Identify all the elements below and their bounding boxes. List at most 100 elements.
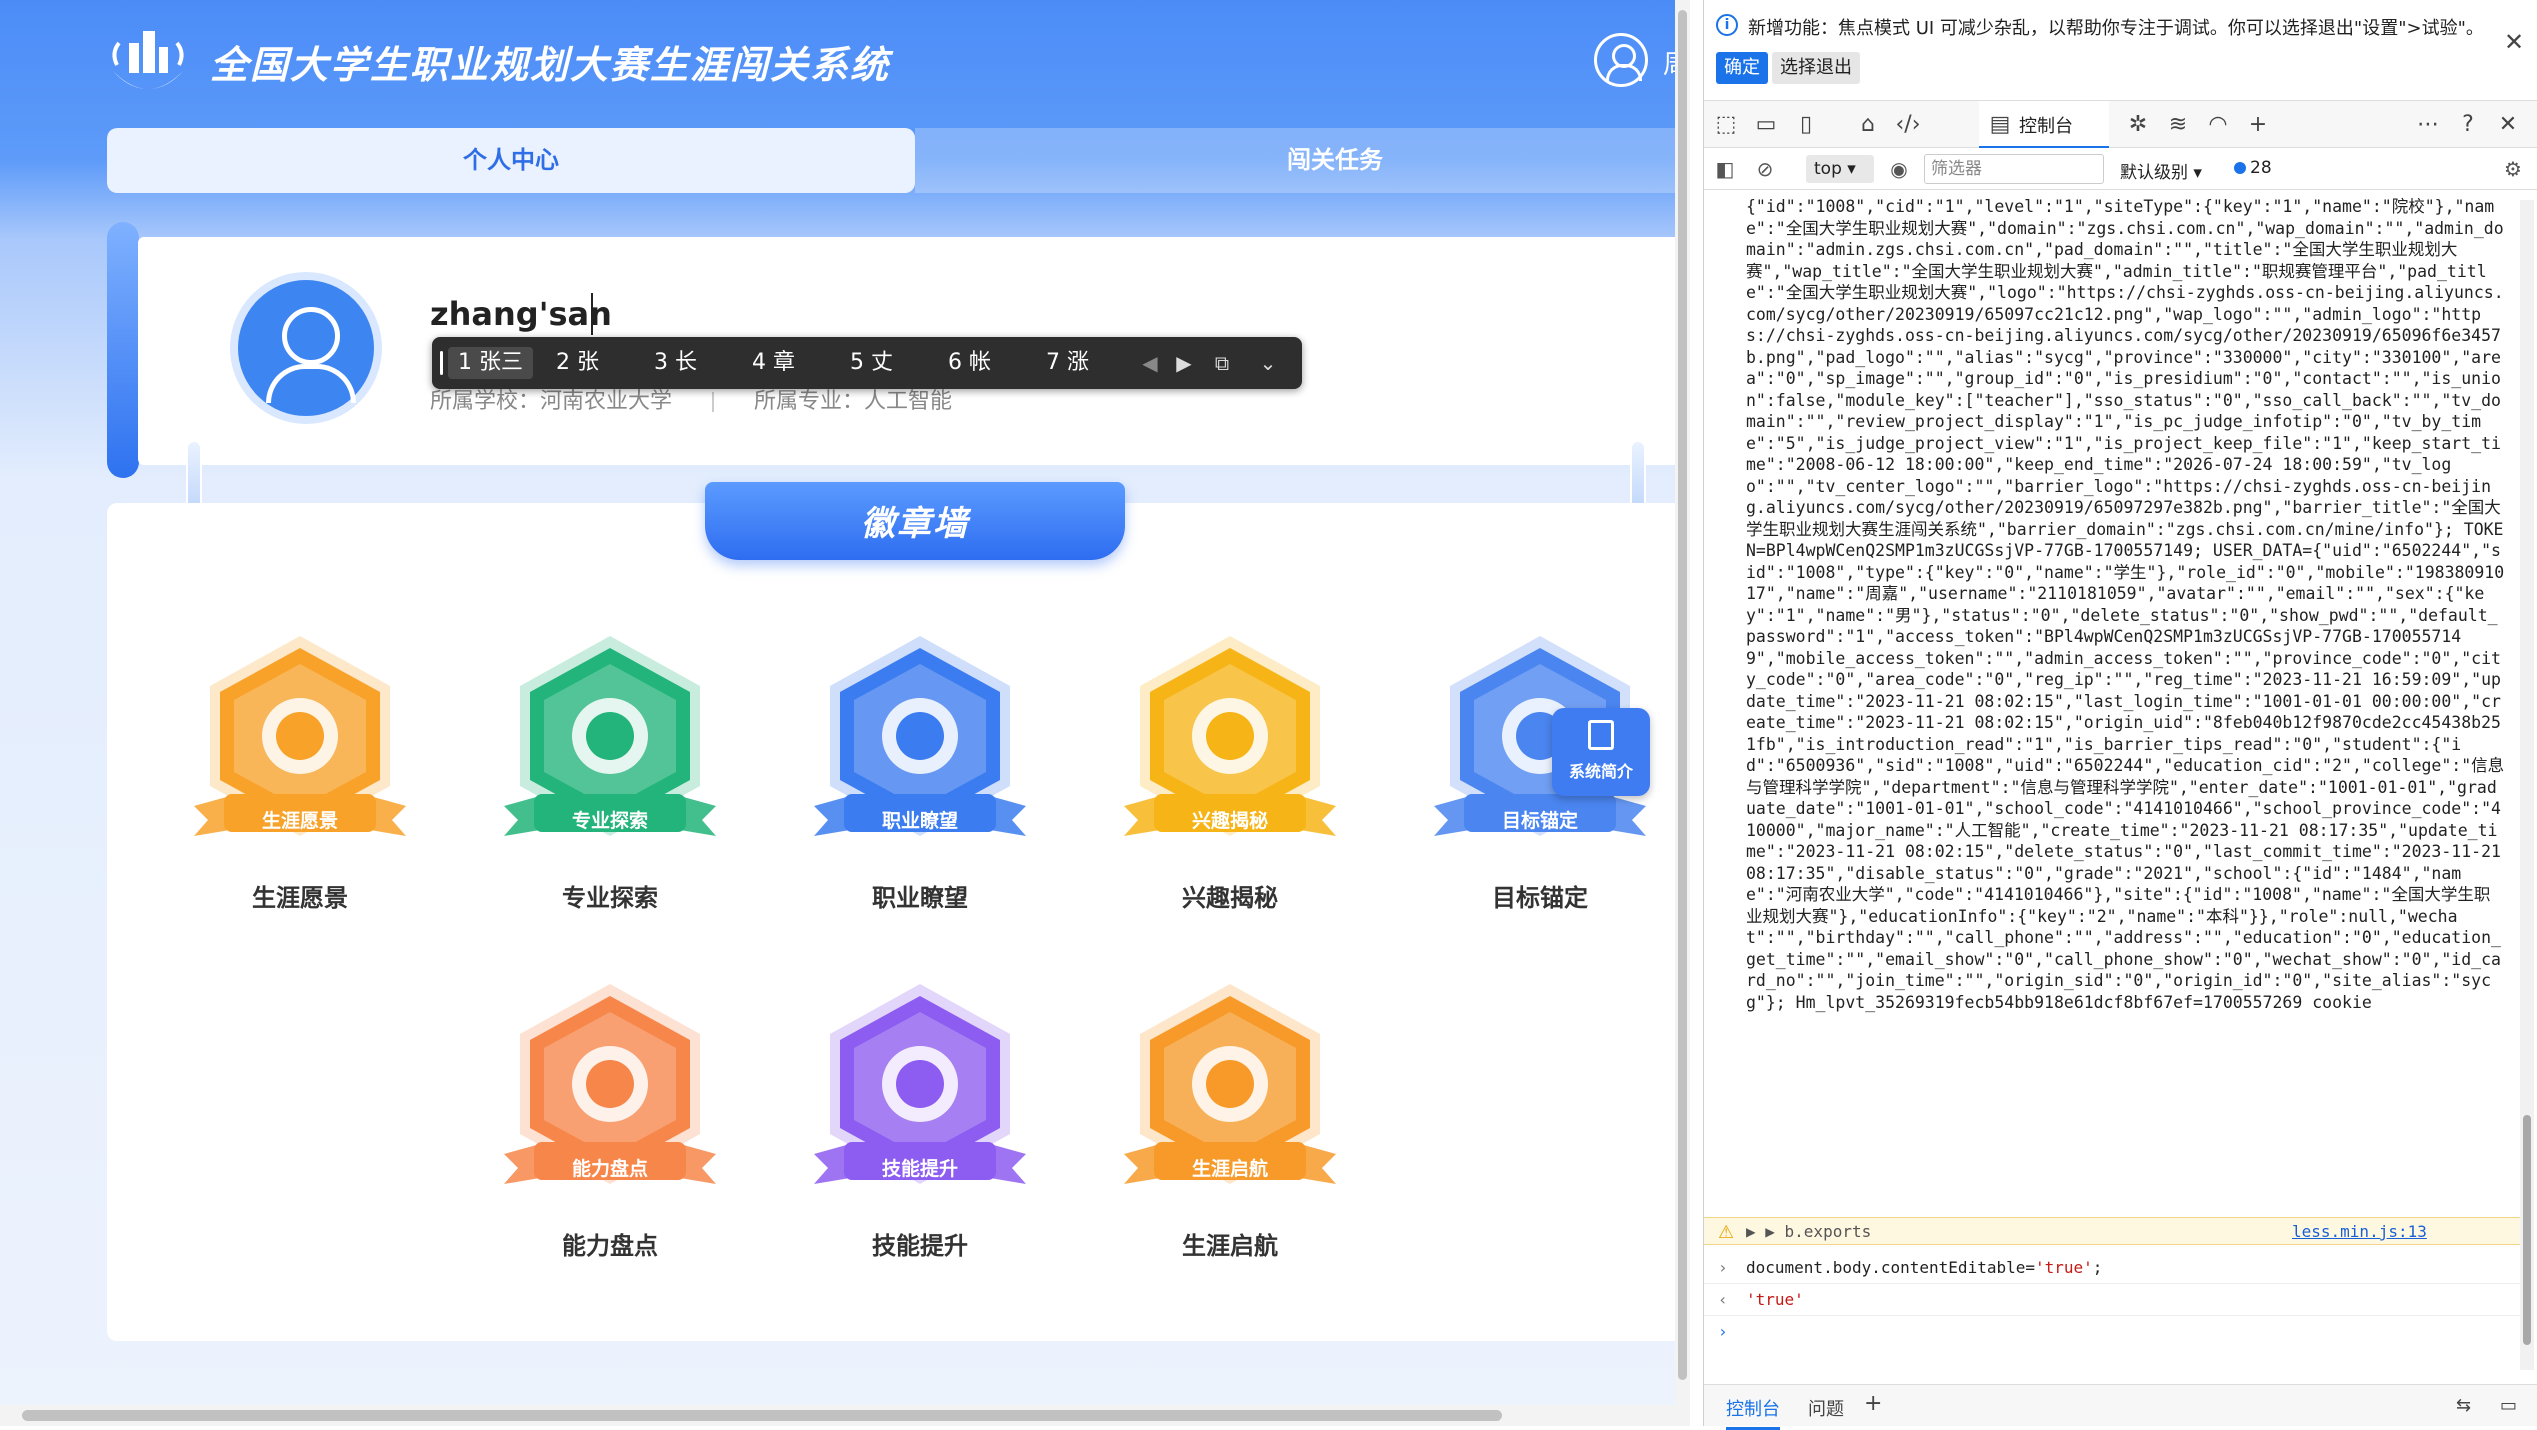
input-prompt-icon: › — [1718, 1258, 1728, 1277]
ime-prev-icon[interactable]: ◀ — [1136, 349, 1164, 377]
drawer-tab-issues[interactable]: 问题 — [1808, 1395, 1844, 1421]
ime-candidate[interactable]: 2 张 — [556, 347, 599, 379]
badge-item[interactable]: ✦ 专业探索 专业探索 — [500, 630, 720, 912]
name-editable-field[interactable]: zhang'san — [430, 295, 612, 333]
tab-challenge-tasks[interactable]: 闯关任务 — [915, 128, 1690, 193]
system-intro-popup[interactable]: 系统简介 — [1552, 708, 1650, 796]
badge-ribbon-text: 生涯愿景 — [261, 810, 338, 832]
help-icon[interactable]: ? — [2454, 111, 2482, 139]
bug-icon[interactable]: ✲ — [2124, 111, 2152, 139]
svg-text:✦: ✦ — [1610, 650, 1625, 671]
home-icon[interactable]: ⌂ — [1854, 111, 1882, 139]
sidebar-toggle-icon[interactable]: ◧ — [1712, 156, 1738, 182]
command-prefix: document. — [1746, 1258, 1833, 1277]
profile-avatar[interactable] — [230, 272, 382, 424]
close-devtools-icon[interactable]: ✕ — [2494, 111, 2522, 139]
level-label: 默认级别 — [2120, 163, 2188, 183]
input-caret-icon: › — [1718, 1322, 1728, 1341]
badge-ribbon-text: 能力盘点 — [571, 1158, 648, 1180]
page-vertical-scrollbar[interactable] — [1675, 0, 1690, 1405]
context-select[interactable]: top ▾ — [1806, 155, 1874, 183]
site-title: 全国大学生职业规划大赛生涯闯关系统 — [210, 43, 891, 87]
chevron-down-icon[interactable]: ⌄ — [1254, 349, 1282, 377]
ime-candidate[interactable]: 4 章 — [752, 347, 795, 379]
command-body: body.contentEditable= — [1832, 1258, 2035, 1277]
devtools-toolbar: ⬚ ▭ ▯ ⌂ ‹/› ▤ 控制台 ✲ ≋ ◠ + ⋯ ? ✕ — [1704, 100, 2537, 149]
divider — [712, 392, 715, 412]
performance-icon[interactable]: ◠ — [2204, 111, 2232, 139]
ime-candidate[interactable]: 1 张三 — [448, 347, 533, 379]
dock-icon[interactable]: ⇆ — [2456, 1395, 2471, 1416]
ime-candidate[interactable]: 6 帐 — [948, 347, 991, 379]
inspect-icon[interactable]: ⬚ — [1712, 111, 1740, 139]
ime-candidate[interactable]: 5 丈 — [850, 347, 893, 379]
badge-item[interactable]: ✦ 能力盘点 能力盘点 — [500, 978, 720, 1260]
settings-gear-icon[interactable]: ⚙ — [2500, 156, 2526, 182]
ime-candidate[interactable]: 7 涨 — [1046, 347, 1089, 379]
svg-text:✦: ✦ — [1300, 650, 1315, 671]
add-tab-icon[interactable]: + — [1864, 1391, 1882, 1416]
log-level-select[interactable]: 默认级别 ▾ — [2120, 158, 2202, 183]
console-command-row: › document.body.contentEditable='true'; — [1704, 1254, 2524, 1284]
console-result-row: ‹ 'true' — [1704, 1286, 2524, 1316]
ime-candidate-bar: 1 张三 2 张 3 长 4 章 5 丈 6 帐 7 涨 ◀ ▶ ⧉ ⌄ — [432, 337, 1302, 389]
clear-console-icon[interactable]: ⊘ — [1752, 156, 1778, 182]
console-input-row[interactable]: › — [1704, 1318, 2524, 1348]
svg-text:✦: ✦ — [990, 650, 1005, 671]
console-warning-row[interactable]: ⚠ ▶ ▶ b.exports less.min.js:13 — [1704, 1217, 2524, 1245]
badge-item[interactable]: ✦ 生涯愿景 生涯愿景 — [190, 630, 410, 912]
ime-next-icon[interactable]: ▶ — [1170, 349, 1198, 377]
console-filter-bar: ◧ ⊘ top ▾ ◉ 筛选器 默认级别 ▾ 28 ⚙ — [1704, 148, 2537, 190]
main-tabs: 个人中心 闯关任务 — [107, 128, 1690, 193]
drawer-close-icon[interactable]: ▭ — [2500, 1395, 2517, 1416]
badge-item[interactable]: ✦ 技能提升 技能提升 — [810, 978, 1030, 1260]
school-label: 所属学校：河南农业大学 — [430, 389, 673, 414]
ime-expand-icon[interactable]: ⧉ — [1208, 349, 1236, 377]
scroll-thumb[interactable] — [2523, 1115, 2531, 1345]
elements-icon[interactable]: ‹/› — [1894, 111, 1922, 139]
wifi-icon[interactable]: ≋ — [2164, 111, 2192, 139]
issue-counter[interactable]: 28 — [2234, 158, 2272, 178]
opt-out-button[interactable]: 选择退出 — [1772, 52, 1860, 84]
tab-personal-center[interactable]: 个人中心 — [107, 128, 915, 193]
svg-text:✦: ✦ — [370, 650, 385, 671]
drawer-tabs: 控制台 问题 + ⇆ ▭ — [1704, 1384, 2537, 1430]
svg-text:✦: ✦ — [990, 998, 1005, 1019]
console-tab-label[interactable]: 控制台 — [2019, 112, 2073, 138]
scroll-thumb[interactable] — [1678, 10, 1687, 1380]
info-banner-text: 新增功能：焦点模式 UI 可减少杂乱，以帮助你专注于调试。你可以选择退出"设置"… — [1748, 18, 2484, 39]
badge-label: 生涯愿景 — [252, 884, 348, 912]
eye-icon[interactable]: ◉ — [1886, 156, 1912, 182]
badge-item[interactable]: ✦ 生涯启航 生涯启航 — [1120, 978, 1340, 1260]
svg-text:✦: ✦ — [680, 998, 695, 1019]
add-icon[interactable]: + — [2244, 111, 2272, 139]
badge-item[interactable]: ✦ 职业瞭望 职业瞭望 — [810, 630, 1030, 912]
drawer-tab-console[interactable]: 控制台 — [1726, 1395, 1780, 1430]
badge-label: 职业瞭望 — [872, 884, 968, 912]
text-caret — [591, 293, 593, 335]
sidebar-icon[interactable]: ▯ — [1792, 111, 1820, 139]
user-avatar-icon[interactable] — [1594, 33, 1648, 87]
scroll-thumb[interactable] — [22, 1410, 1502, 1421]
badge-ribbon-text: 目标锚定 — [1501, 810, 1578, 832]
confirm-button[interactable]: 确定 — [1716, 52, 1768, 84]
badge-label: 生涯启航 — [1182, 1232, 1278, 1260]
page-horizontal-scrollbar[interactable] — [0, 1405, 1690, 1426]
console-scrollbar[interactable] — [2520, 200, 2534, 1370]
ime-candidate[interactable]: 3 长 — [654, 347, 697, 379]
device-icon[interactable]: ▭ — [1752, 111, 1780, 139]
console-output-area: {"id":"1008","cid":"1","level":"1","site… — [1704, 192, 2537, 1372]
close-icon[interactable]: ✕ — [2504, 28, 2524, 56]
warning-text[interactable]: ▶ ▶ b.exports — [1746, 1222, 1871, 1241]
result-value: 'true' — [1746, 1290, 1804, 1309]
filter-input[interactable]: 筛选器 — [1924, 154, 2104, 184]
context-label: top — [1814, 159, 1842, 179]
warning-source-link[interactable]: less.min.js:13 — [2292, 1222, 2427, 1241]
badge-item[interactable]: ✦ 目标锚定 目标锚定 系统简介 — [1430, 630, 1650, 912]
screenshot: 全国大学生职业规划大赛生涯闯关系统 周 个人中心 闯关任务 zhang'san … — [0, 0, 2537, 1430]
more-icon[interactable]: ⋯ — [2414, 111, 2442, 139]
badge-item[interactable]: ✦ 兴趣揭秘 兴趣揭秘 — [1120, 630, 1340, 912]
badge-wall-panel — [107, 503, 1690, 1341]
badge-label: 目标锚定 — [1492, 884, 1588, 912]
app-header: 全国大学生职业规划大赛生涯闯关系统 周 — [0, 0, 1690, 120]
